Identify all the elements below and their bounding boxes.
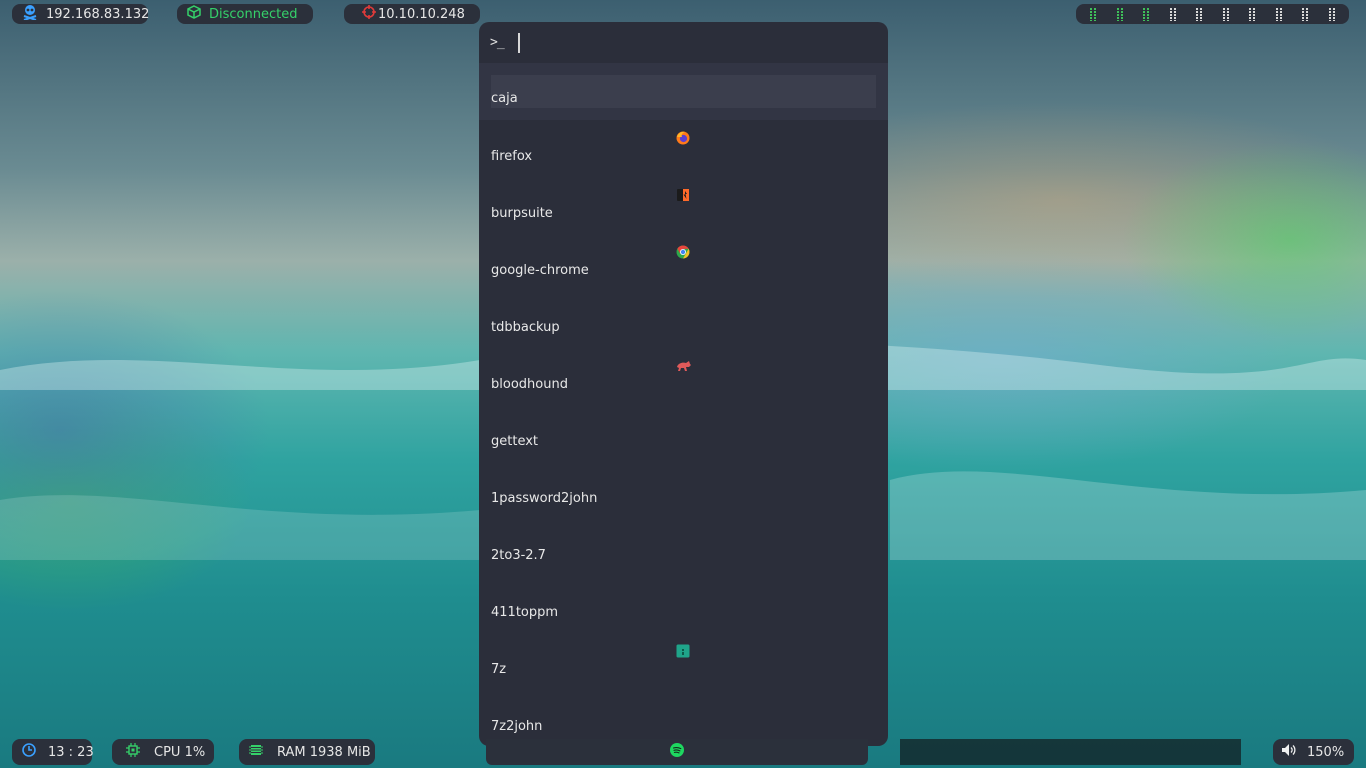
launcher-item-bloodhound[interactable]: bloodhound <box>479 348 888 405</box>
launcher-item-label: caja <box>491 91 518 106</box>
crosshair-icon <box>362 5 376 23</box>
media-player-bar[interactable] <box>486 739 868 765</box>
launcher-item-burpsuite[interactable]: burpsuite <box>479 177 888 234</box>
launcher-item-firefox[interactable]: firefox <box>479 120 888 177</box>
launcher-item-caja[interactable]: caja <box>479 63 888 120</box>
launcher-item-gettext[interactable]: gettext <box>479 405 888 462</box>
spotify-icon[interactable] <box>670 743 684 761</box>
launcher-item-label: gettext <box>491 434 539 449</box>
target-ip-text: 10.10.10.248 <box>378 6 465 22</box>
cpu-widget: CPU 1% <box>112 739 214 765</box>
selection-highlight <box>491 75 876 108</box>
launcher-item-411toppm[interactable]: 411toppm <box>479 576 888 633</box>
workspace-6[interactable] <box>1217 7 1235 21</box>
workspace-3[interactable] <box>1137 7 1155 21</box>
launcher-item-tdbbackup[interactable]: tdbbackup <box>479 291 888 348</box>
system-tray <box>900 739 1241 765</box>
archive-icon <box>676 644 690 658</box>
launcher-item-label: 7z2john <box>491 719 543 734</box>
volume-text: 150% <box>1307 744 1345 760</box>
cpu-chip-icon <box>126 743 140 761</box>
launcher-results: caja firefox burpsuite google-chrome tdb… <box>479 63 888 746</box>
skull-icon <box>22 4 38 24</box>
workspace-1[interactable] <box>1084 7 1102 21</box>
workspace-9[interactable] <box>1296 7 1314 21</box>
ram-text: RAM 1938 MiB <box>277 744 371 760</box>
launcher-item-label: 7z <box>491 662 507 677</box>
workspace-7[interactable] <box>1243 7 1261 21</box>
launcher-item-label: firefox <box>491 149 533 164</box>
workspace-switcher <box>1076 4 1349 24</box>
workspace-2[interactable] <box>1111 7 1129 21</box>
ip-address-widget: 192.168.83.132 <box>12 4 150 24</box>
workspace-5[interactable] <box>1190 7 1208 21</box>
launcher-item-label: 411toppm <box>491 605 559 620</box>
workspace-4[interactable] <box>1164 7 1182 21</box>
launcher-item-label: 1password2john <box>491 491 598 506</box>
app-launcher: >_ caja firefox burpsuite google-chrome <box>479 22 888 746</box>
memory-icon <box>249 743 263 761</box>
burpsuite-icon <box>676 188 690 202</box>
ram-widget: RAM 1938 MiB <box>239 739 375 765</box>
launcher-item-7z[interactable]: 7z <box>479 633 888 690</box>
launcher-prompt: >_ <box>479 22 888 63</box>
launcher-item-1password2john[interactable]: 1password2john <box>479 462 888 519</box>
cpu-text: CPU 1% <box>154 744 206 760</box>
launcher-item-label: bloodhound <box>491 377 568 392</box>
cube-icon <box>187 5 201 23</box>
chrome-icon <box>676 245 690 259</box>
vpn-status-text: Disconnected <box>209 6 298 22</box>
launcher-item-label: 2to3-2.7 <box>491 548 546 563</box>
launcher-item-2to3-2-7[interactable]: 2to3-2.7 <box>479 519 888 576</box>
launcher-item-google-chrome[interactable]: google-chrome <box>479 234 888 291</box>
clock-text: 13 : 23 <box>48 744 94 760</box>
clock-widget: 13 : 23 <box>12 739 94 765</box>
target-ip-widget: 10.10.10.248 <box>344 4 480 24</box>
volume-widget[interactable]: 150% <box>1273 739 1354 765</box>
launcher-item-label: burpsuite <box>491 206 553 221</box>
launcher-item-label: tdbbackup <box>491 320 560 335</box>
workspace-10[interactable] <box>1323 7 1341 21</box>
terminal-prompt-icon: >_ <box>490 35 505 50</box>
firefox-icon <box>676 131 690 145</box>
clock-icon <box>22 743 36 761</box>
workspace-8[interactable] <box>1270 7 1288 21</box>
launcher-item-7z2john[interactable]: 7z2john <box>479 690 888 746</box>
bloodhound-icon <box>676 359 691 373</box>
launcher-search-input[interactable] <box>517 32 858 53</box>
launcher-item-label: google-chrome <box>491 263 589 278</box>
vpn-status-widget: Disconnected <box>177 4 313 24</box>
speaker-icon <box>1281 743 1297 761</box>
ip-address-text: 192.168.83.132 <box>46 6 150 22</box>
